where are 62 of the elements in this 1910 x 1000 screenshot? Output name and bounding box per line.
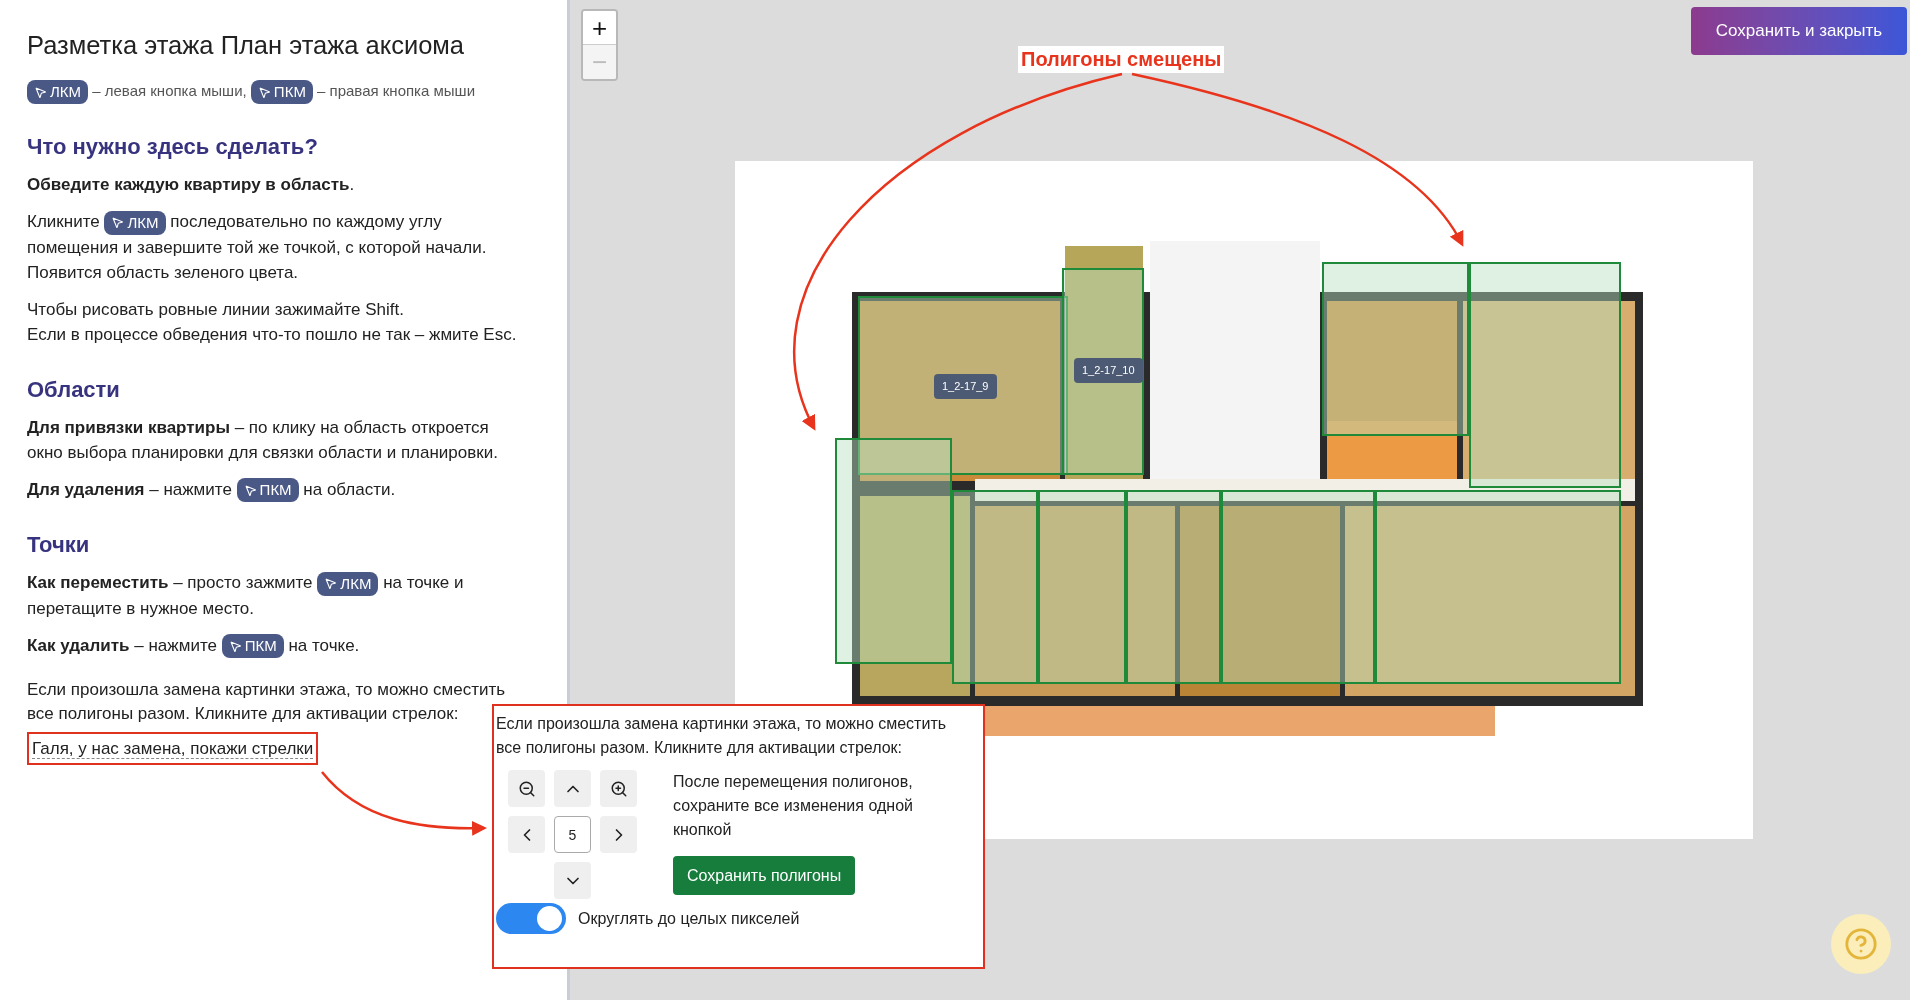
apartment-polygon[interactable] [1221,490,1375,684]
save-note: После перемещения полигонов, сохраните все изменения одной кнопкой [673,772,914,840]
rounding-toggle[interactable] [496,903,566,934]
instruction-text: Кликните [27,212,100,232]
key-label: ПКМ [273,82,306,103]
apartment-polygon[interactable] [1038,490,1126,684]
help-icon [1844,927,1878,961]
cursor-icon [324,577,338,591]
zoom-in-button[interactable]: + [583,11,616,45]
apartment-polygon[interactable] [835,438,952,664]
instruction-text: Для привязки квартиры – по клику на область откроется [27,417,489,437]
cursor-icon [228,639,242,653]
instruction-text: – левая кнопка мыши, [92,82,247,99]
key-label: ЛКМ [50,82,82,103]
instruction-text: Обведите каждую квартиру в область. [27,175,355,195]
instruction-text: на точке. [288,635,360,655]
zoom-out-icon [517,779,536,798]
apartment-polygon[interactable] [1126,490,1221,684]
shift-hint-text: Если произошла замена картинки этажа, то можно сместить [27,679,506,702]
instruction-text: Как удалить – нажмите [27,635,217,655]
step-input[interactable]: 5 [554,816,591,853]
instruction-text: Чтобы рисовать ровные линии зажимайте Shift. [27,299,404,319]
section-heading: Области [27,375,121,404]
cursor-icon [257,85,271,99]
key-label: ПКМ [244,636,277,657]
instruction-text: последовательно по каждому углу [170,212,442,232]
instruction-text: окно выбора планировки для связки области и планировки. [27,442,498,462]
key-label: ЛКМ [340,573,372,594]
apartment-polygon[interactable] [1322,262,1469,436]
key-label: ЛКМ [127,212,159,233]
annotation-callout: Полигоны смещены [1018,46,1225,73]
instruction-text: Для удаления – нажмите [27,479,232,499]
instruction-text: перетащите в нужное место. [27,598,254,618]
page-title: Разметка этажа План этажа аксиома [27,30,466,61]
zoom-out-button[interactable] [508,770,545,807]
save-and-close-button[interactable]: Сохранить и закрыть [1691,7,1907,55]
key-label: ПКМ [259,480,292,501]
apartment-polygon[interactable] [1469,262,1621,488]
instruction-text: помещения и завершите той же точкой, с которой начали. [27,237,487,257]
shift-description: Если произошла замена картинки этажа, то можно сместить все полигоны разом. Кликните для активации стрелок: [496,714,948,758]
rounding-label: Округлять до целых пикселей [578,908,800,929]
shift-hint-text: все полигоны разом. Кликните для активации стрелок: [27,703,459,726]
show-arrows-link[interactable]: Галя, у нас замена, покажи стрелки [27,732,319,766]
apartment-polygon[interactable] [952,490,1038,684]
cursor-icon [243,483,257,497]
zoom-in-icon [609,779,628,798]
section-heading: Что нужно здесь сделать? [27,133,319,162]
apartment-polygon[interactable] [1062,268,1144,475]
instruction-text: Появится область зеленого цвета. [27,262,299,282]
apartment-polygon[interactable] [1375,490,1621,684]
instruction-text: – правая кнопка мыши [317,82,475,99]
instruction-text: Если в процессе обведения что-то пошло не так – жмите Esc. [27,324,517,344]
polygon-label: 1_2-17_10 [1074,358,1143,383]
instruction-text: Как переместить – просто зажмите [27,573,313,593]
save-polygons-button[interactable]: Сохранить полигоны [673,856,856,895]
zoom-in-button[interactable] [600,770,637,807]
cursor-icon [111,216,125,230]
instruction-text: на области. [303,479,396,499]
section-heading: Точки [27,531,91,560]
cursor-icon [34,85,47,99]
polygon-label: 1_2-17_9 [934,374,997,399]
instruction-text: на точке и [383,573,464,593]
